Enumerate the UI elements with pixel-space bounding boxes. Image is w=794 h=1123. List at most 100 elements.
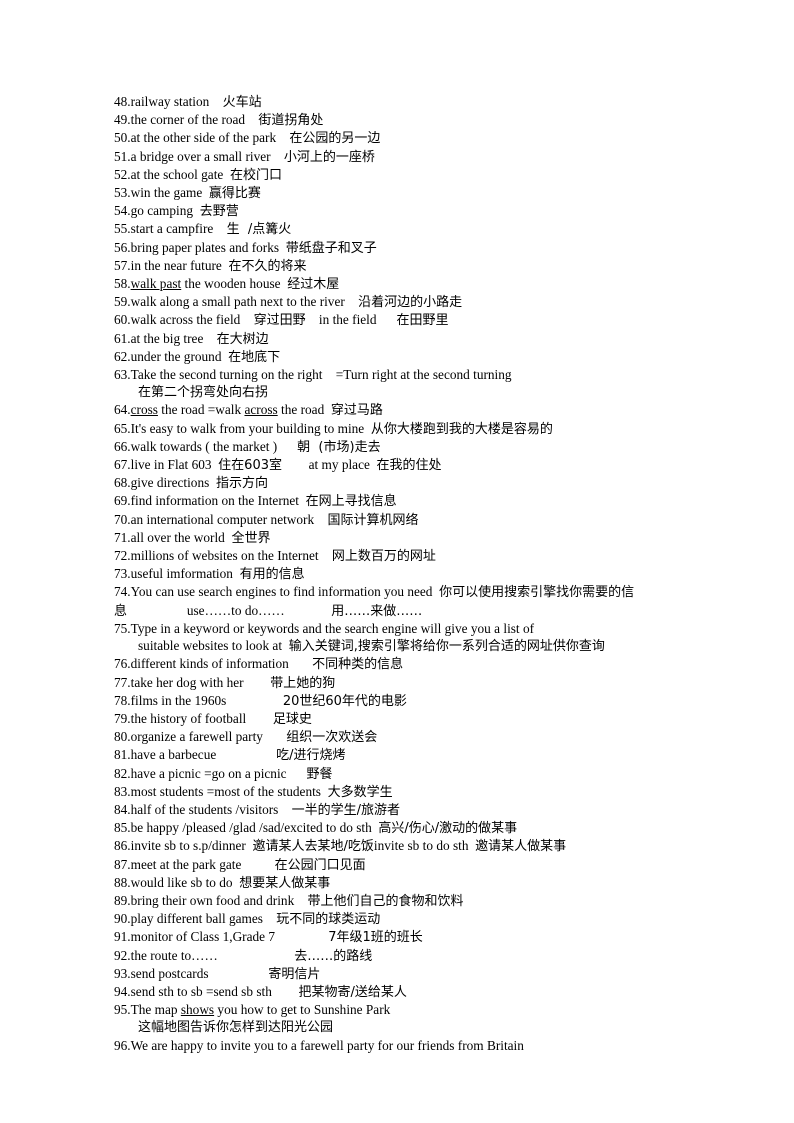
phrase-text: bring their own food and drink — [130, 892, 308, 908]
phrase-entry: 53.win the game 赢得比赛 — [114, 184, 714, 202]
phrase-translation-text: 这幅地图告诉你怎样到达阳光公园 — [138, 1020, 334, 1036]
phrase-entry-line: 59.walk along a small path next to the r… — [114, 293, 714, 311]
phrase-entry-number: 61. — [114, 330, 131, 346]
phrase-entry: 56.bring paper plates and forks 带纸盘子和叉子 — [114, 239, 714, 257]
phrase-entry-line: 85.be happy /pleased /glad /sad/excited … — [114, 819, 714, 837]
phrase-entry: 91.monitor of Class 1,Grade 7 7年级1班的班长 — [114, 928, 714, 946]
phrase-translation-text: 在大树边 — [216, 331, 269, 347]
phrase-underlined-text: cross — [130, 402, 158, 418]
phrase-translation-text: 有用的信息 — [239, 567, 305, 583]
phrase-text: go camping — [130, 203, 200, 219]
phrase-entry-number: 64. — [114, 402, 131, 418]
phrase-entry-continuation: 息 use……to do…… 用……来做…… — [114, 602, 714, 620]
phrase-entry-line: 86.invite sb to s.p/dinner 邀请某人去某地/吃饭inv… — [114, 837, 714, 855]
phrase-translation-text: 赢得比赛 — [208, 186, 261, 202]
phrase-entry: 61.at the big tree 在大树边 — [114, 330, 714, 348]
phrase-entry-number: 96. — [114, 1037, 131, 1053]
phrase-entry: 79.the history of football 足球史 — [114, 710, 714, 728]
phrase-entry-number: 58. — [114, 276, 131, 292]
phrase-text: at the big tree — [130, 330, 217, 346]
phrase-entry-line: 61.at the big tree 在大树边 — [114, 330, 714, 348]
phrase-text: The map — [130, 1002, 181, 1018]
phrase-entry-number: 73. — [114, 566, 131, 582]
phrase-entry: 59.walk along a small path next to the r… — [114, 293, 714, 311]
phrase-translation-text: 在我的住处 — [376, 458, 442, 474]
phrase-entry-number: 63. — [114, 367, 131, 383]
phrase-translation-text: 指示方向 — [215, 476, 268, 492]
phrase-entry-number: 95. — [114, 1002, 131, 1018]
phrase-text: Type in a keyword or keywords and the se… — [130, 620, 535, 636]
phrase-entry-line: 57.in the near future 在不久的将来 — [114, 257, 714, 275]
phrase-text: half of the students /visitors — [130, 801, 292, 817]
phrase-entry-number: 54. — [114, 203, 131, 219]
phrase-entry: 89.bring their own food and drink 带上他们自己… — [114, 892, 714, 910]
phrase-entry: 58.walk past the wooden house 经过木屋 — [114, 275, 714, 293]
phrase-text: at the school gate — [130, 166, 230, 182]
phrase-entry-line: 50.at the other side of the park 在公园的另一边 — [114, 129, 714, 147]
phrase-translation-text: 在地底下 — [228, 349, 281, 365]
phrase-entry-line: 81.have a barbecue 吃/进行烧烤 — [114, 746, 714, 764]
phrase-entry-number: 86. — [114, 838, 131, 854]
phrase-text: send postcards — [130, 965, 269, 981]
phrase-entry-number: 59. — [114, 294, 131, 310]
phrase-translation-text: 你可以使用搜索引擎找你需要的信 — [439, 585, 635, 601]
phrase-entry: 74.You can use search engines to find in… — [114, 583, 714, 619]
phrase-entry-number: 56. — [114, 239, 131, 255]
phrase-translation-text: 街道拐角处 — [258, 113, 324, 129]
phrase-text: would like sb to do — [130, 874, 240, 890]
phrase-entry: 51.a bridge over a small river 小河上的一座桥 — [114, 148, 714, 166]
phrase-text: the road — [277, 402, 331, 418]
phrase-entry-line: 60.walk across the field 穿过田野 in the fie… — [114, 311, 714, 329]
phrase-entry-line: 79.the history of football 足球史 — [114, 710, 714, 728]
phrase-translation-text: 野餐 — [306, 766, 333, 782]
phrase-entry: 77.take her dog with her 带上她的狗 — [114, 674, 714, 692]
phrase-text: find information on the Internet — [130, 493, 306, 509]
phrase-text: the corner of the road — [130, 112, 259, 128]
phrase-entry: 62.under the ground 在地底下 — [114, 348, 714, 366]
phrase-entry: 80.organize a farewell party 组织一次欢送会 — [114, 728, 714, 746]
phrase-entry-number: 48. — [114, 94, 131, 109]
phrase-translation-text: 足球史 — [272, 711, 312, 727]
phrase-text: walk along a small path next to the rive… — [130, 294, 359, 310]
phrase-entry-number: 87. — [114, 856, 131, 872]
phrase-entry-line: 92.the route to…… 去……的路线 — [114, 947, 714, 965]
phrase-translation-text: 高兴/伤心/激动的做某事 — [378, 821, 518, 837]
phrase-text: win the game — [130, 185, 209, 201]
phrase-translation-text: 吃/进行烧烤 — [276, 748, 346, 764]
phrase-translation-text: 大多数学生 — [327, 784, 393, 800]
phrase-translation-text: 7年级1班的班长 — [328, 930, 423, 946]
phrase-text: be happy /pleased /glad /sad/excited to … — [130, 820, 379, 836]
phrase-entry: 52.at the school gate 在校门口 — [114, 166, 714, 184]
phrase-entry-line: 66.walk towards ( the market ) 朝 (市场)走去 — [114, 438, 714, 456]
phrase-text: all over the world — [130, 529, 232, 545]
phrase-text: start a campfire — [130, 221, 227, 237]
phrase-entry-line: 69.find information on the Internet 在网上寻… — [114, 492, 714, 510]
phrase-translation-text: 玩不同的球类运动 — [276, 912, 381, 928]
phrase-entry-number: 85. — [114, 820, 131, 836]
phrase-translation-text: 不同种类的信息 — [312, 657, 404, 673]
phrase-entry-line: 76.different kinds of information 不同种类的信… — [114, 655, 714, 673]
phrase-translation-text: 把某物寄/送给某人 — [298, 984, 407, 1000]
phrase-entry-line: 89.bring their own food and drink 带上他们自己… — [114, 892, 714, 910]
phrase-entry-number: 78. — [114, 692, 131, 708]
phrase-text: the route to…… — [130, 947, 295, 963]
phrase-text: millions of websites on the Internet — [130, 548, 332, 564]
phrase-entry: 84.half of the students /visitors 一半的学生/… — [114, 801, 714, 819]
phrase-entry: 95.The map shows you how to get to Sunsh… — [114, 1001, 714, 1036]
phrase-entry: 69.find information on the Internet 在网上寻… — [114, 492, 714, 510]
phrase-text: organize a farewell party — [130, 729, 287, 745]
phrase-text: a bridge over a small river — [130, 148, 284, 164]
phrase-entry-number: 51. — [114, 148, 131, 164]
phrase-entry-number: 69. — [114, 493, 131, 509]
phrase-entry: 64.cross the road =walk across the road … — [114, 401, 714, 419]
phrase-translation-text: 从你大楼跑到我的大楼是容易的 — [370, 421, 553, 437]
phrase-entry-number: 84. — [114, 801, 131, 817]
phrase-text: at my place — [282, 457, 377, 473]
document-page: 48.railway station 火车站 49.the corner of t… — [0, 0, 794, 1123]
phrase-entry-number: 62. — [114, 348, 131, 364]
phrase-translation-text: 寄明信片 — [268, 966, 321, 982]
phrase-translation-text: 息 — [114, 603, 128, 619]
phrase-translation-text: 全世界 — [231, 530, 271, 546]
phrase-entry-line: 94.send sth to sb =send sb sth 把某物寄/送给某人 — [114, 983, 714, 1001]
phrase-entry-line: 83.most students =most of the students 大… — [114, 783, 714, 801]
